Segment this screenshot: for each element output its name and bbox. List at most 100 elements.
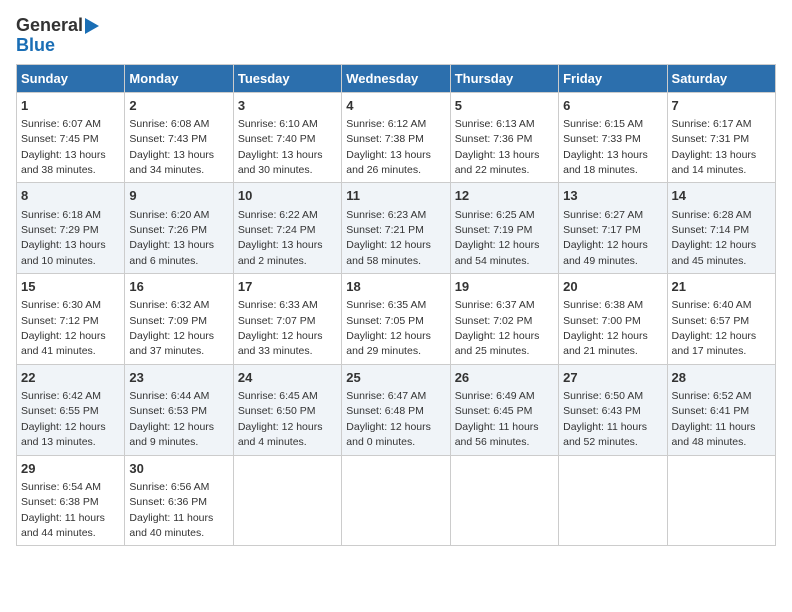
day-detail: Sunrise: 6:25 AMSunset: 7:19 PMDaylight:… — [455, 209, 540, 267]
calendar-day-10: 10 Sunrise: 6:22 AMSunset: 7:24 PMDayligh… — [233, 183, 341, 274]
day-detail: Sunrise: 6:10 AMSunset: 7:40 PMDaylight:… — [238, 118, 323, 176]
calendar-day-29: 29Sunrise: 6:54 AMSunset: 6:38 PMDayligh… — [17, 455, 125, 546]
header-day-tuesday: Tuesday — [233, 64, 341, 92]
calendar-day-9: 9 Sunrise: 6:20 AMSunset: 7:26 PMDaylight… — [125, 183, 233, 274]
logo: General Blue — [16, 16, 99, 56]
calendar-day-18: 18 Sunrise: 6:35 AMSunset: 7:05 PMDayligh… — [342, 274, 450, 365]
day-number: 23 — [129, 369, 228, 387]
header-day-monday: Monday — [125, 64, 233, 92]
day-detail: Sunrise: 6:27 AMSunset: 7:17 PMDaylight:… — [563, 209, 648, 267]
day-detail: Sunrise: 6:54 AMSunset: 6:38 PMDaylight:… — [21, 481, 105, 539]
day-detail: Sunrise: 6:52 AMSunset: 6:41 PMDaylight:… — [672, 390, 756, 448]
calendar-day-14: 14 Sunrise: 6:28 AMSunset: 7:14 PMDayligh… — [667, 183, 775, 274]
calendar-table: SundayMondayTuesdayWednesdayThursdayFrid… — [16, 64, 776, 547]
day-number: 9 — [129, 187, 228, 205]
calendar-day-3: 3 Sunrise: 6:10 AMSunset: 7:40 PMDaylight… — [233, 92, 341, 183]
day-detail: Sunrise: 6:15 AMSunset: 7:33 PMDaylight:… — [563, 118, 648, 176]
day-detail: Sunrise: 6:28 AMSunset: 7:14 PMDaylight:… — [672, 209, 757, 267]
day-number: 2 — [129, 97, 228, 115]
day-number: 30 — [129, 460, 228, 478]
header: General Blue — [16, 16, 776, 56]
day-number: 19 — [455, 278, 554, 296]
day-number: 3 — [238, 97, 337, 115]
day-detail: Sunrise: 6:38 AMSunset: 7:00 PMDaylight:… — [563, 299, 648, 357]
day-detail: Sunrise: 6:07 AMSunset: 7:45 PMDaylight:… — [21, 118, 106, 176]
day-detail: Sunrise: 6:35 AMSunset: 7:05 PMDaylight:… — [346, 299, 431, 357]
calendar-day-empty — [559, 455, 667, 546]
day-number: 14 — [672, 187, 771, 205]
day-number: 13 — [563, 187, 662, 205]
logo-text-blue: Blue — [16, 36, 55, 56]
calendar-header-row: SundayMondayTuesdayWednesdayThursdayFrid… — [17, 64, 776, 92]
day-detail: Sunrise: 6:18 AMSunset: 7:29 PMDaylight:… — [21, 209, 106, 267]
day-number: 26 — [455, 369, 554, 387]
day-number: 10 — [238, 187, 337, 205]
day-number: 12 — [455, 187, 554, 205]
day-detail: Sunrise: 6:13 AMSunset: 7:36 PMDaylight:… — [455, 118, 540, 176]
calendar-day-25: 25Sunrise: 6:47 AMSunset: 6:48 PMDayligh… — [342, 364, 450, 455]
header-day-saturday: Saturday — [667, 64, 775, 92]
calendar-day-2: 2 Sunrise: 6:08 AMSunset: 7:43 PMDaylight… — [125, 92, 233, 183]
calendar-day-1: 1Sunrise: 6:07 AMSunset: 7:45 PMDaylight… — [17, 92, 125, 183]
calendar-day-6: 6 Sunrise: 6:15 AMSunset: 7:33 PMDaylight… — [559, 92, 667, 183]
calendar-day-17: 17 Sunrise: 6:33 AMSunset: 7:07 PMDayligh… — [233, 274, 341, 365]
day-detail: Sunrise: 6:44 AMSunset: 6:53 PMDaylight:… — [129, 390, 214, 448]
calendar-day-22: 22 Sunrise: 6:42 AMSunset: 6:55 PMDayligh… — [17, 364, 125, 455]
header-day-sunday: Sunday — [17, 64, 125, 92]
day-detail: Sunrise: 6:37 AMSunset: 7:02 PMDaylight:… — [455, 299, 540, 357]
day-detail: Sunrise: 6:50 AMSunset: 6:43 PMDaylight:… — [563, 390, 647, 448]
day-number: 22 — [21, 369, 120, 387]
day-number: 24 — [238, 369, 337, 387]
calendar-day-empty — [450, 455, 558, 546]
day-detail: Sunrise: 6:30 AMSunset: 7:12 PMDaylight:… — [21, 299, 106, 357]
calendar-day-7: 7 Sunrise: 6:17 AMSunset: 7:31 PMDaylight… — [667, 92, 775, 183]
day-detail: Sunrise: 6:56 AMSunset: 6:36 PMDaylight:… — [129, 481, 213, 539]
day-number: 8 — [21, 187, 120, 205]
calendar-day-28: 28 Sunrise: 6:52 AMSunset: 6:41 PMDayligh… — [667, 364, 775, 455]
day-number: 15 — [21, 278, 120, 296]
day-detail: Sunrise: 6:47 AMSunset: 6:48 PMDaylight:… — [346, 390, 431, 448]
day-number: 4 — [346, 97, 445, 115]
calendar-week-3: 15 Sunrise: 6:30 AMSunset: 7:12 PMDayligh… — [17, 274, 776, 365]
calendar-day-20: 20Sunrise: 6:38 AMSunset: 7:00 PMDayligh… — [559, 274, 667, 365]
calendar-day-24: 24 Sunrise: 6:45 AMSunset: 6:50 PMDayligh… — [233, 364, 341, 455]
day-number: 7 — [672, 97, 771, 115]
header-day-friday: Friday — [559, 64, 667, 92]
calendar-week-2: 8 Sunrise: 6:18 AMSunset: 7:29 PMDaylight… — [17, 183, 776, 274]
day-number: 17 — [238, 278, 337, 296]
day-number: 21 — [672, 278, 771, 296]
day-detail: Sunrise: 6:12 AMSunset: 7:38 PMDaylight:… — [346, 118, 431, 176]
logo-text-general: General — [16, 16, 83, 36]
day-detail: Sunrise: 6:20 AMSunset: 7:26 PMDaylight:… — [129, 209, 214, 267]
header-day-thursday: Thursday — [450, 64, 558, 92]
calendar-day-11: 11 Sunrise: 6:23 AMSunset: 7:21 PMDayligh… — [342, 183, 450, 274]
day-detail: Sunrise: 6:23 AMSunset: 7:21 PMDaylight:… — [346, 209, 431, 267]
day-detail: Sunrise: 6:45 AMSunset: 6:50 PMDaylight:… — [238, 390, 323, 448]
day-detail: Sunrise: 6:40 AMSunset: 6:57 PMDaylight:… — [672, 299, 757, 357]
calendar-week-4: 22 Sunrise: 6:42 AMSunset: 6:55 PMDayligh… — [17, 364, 776, 455]
calendar-day-5: 5 Sunrise: 6:13 AMSunset: 7:36 PMDaylight… — [450, 92, 558, 183]
day-number: 18 — [346, 278, 445, 296]
day-detail: Sunrise: 6:49 AMSunset: 6:45 PMDaylight:… — [455, 390, 539, 448]
calendar-day-19: 19 Sunrise: 6:37 AMSunset: 7:02 PMDayligh… — [450, 274, 558, 365]
calendar-day-27: 27 Sunrise: 6:50 AMSunset: 6:43 PMDayligh… — [559, 364, 667, 455]
calendar-day-15: 15 Sunrise: 6:30 AMSunset: 7:12 PMDayligh… — [17, 274, 125, 365]
day-detail: Sunrise: 6:22 AMSunset: 7:24 PMDaylight:… — [238, 209, 323, 267]
calendar-week-5: 29Sunrise: 6:54 AMSunset: 6:38 PMDayligh… — [17, 455, 776, 546]
day-detail: Sunrise: 6:33 AMSunset: 7:07 PMDaylight:… — [238, 299, 323, 357]
day-detail: Sunrise: 6:08 AMSunset: 7:43 PMDaylight:… — [129, 118, 214, 176]
calendar-day-13: 13 Sunrise: 6:27 AMSunset: 7:17 PMDayligh… — [559, 183, 667, 274]
header-day-wednesday: Wednesday — [342, 64, 450, 92]
calendar-day-30: 30 Sunrise: 6:56 AMSunset: 6:36 PMDayligh… — [125, 455, 233, 546]
day-number: 11 — [346, 187, 445, 205]
day-number: 5 — [455, 97, 554, 115]
day-number: 6 — [563, 97, 662, 115]
calendar-day-4: 4 Sunrise: 6:12 AMSunset: 7:38 PMDaylight… — [342, 92, 450, 183]
day-number: 28 — [672, 369, 771, 387]
day-detail: Sunrise: 6:42 AMSunset: 6:55 PMDaylight:… — [21, 390, 106, 448]
calendar-day-12: 12 Sunrise: 6:25 AMSunset: 7:19 PMDayligh… — [450, 183, 558, 274]
day-number: 27 — [563, 369, 662, 387]
day-detail: Sunrise: 6:17 AMSunset: 7:31 PMDaylight:… — [672, 118, 757, 176]
day-number: 16 — [129, 278, 228, 296]
calendar-day-21: 21 Sunrise: 6:40 AMSunset: 6:57 PMDayligh… — [667, 274, 775, 365]
